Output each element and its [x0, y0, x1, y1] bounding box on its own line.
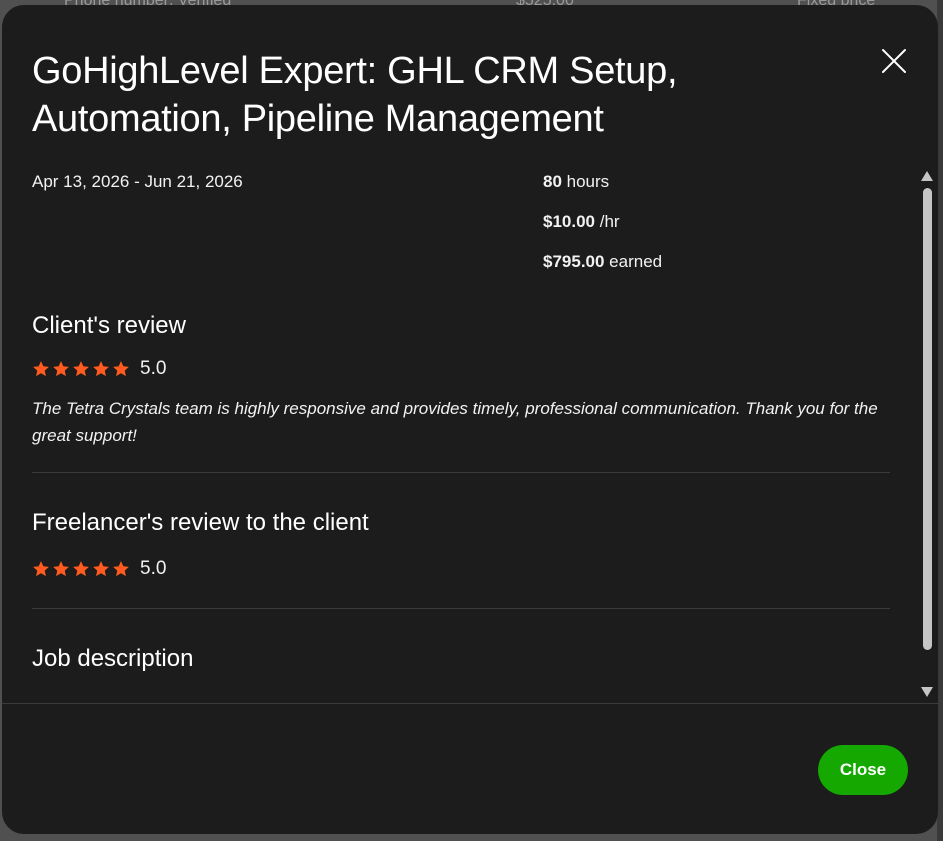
scrollbar-thumb[interactable] — [923, 188, 932, 650]
footer-divider — [2, 703, 938, 704]
modal-scrollbar[interactable] — [918, 165, 936, 703]
star-icon — [33, 361, 49, 377]
contract-dates: Apr 13, 2026 - Jun 21, 2026 — [32, 172, 243, 191]
close-icon[interactable] — [880, 47, 908, 75]
modal-title: GoHighLevel Expert: GHL CRM Setup, Autom… — [32, 50, 678, 140]
client-review-rating: 5.0 — [32, 357, 166, 381]
star-icon — [53, 561, 69, 577]
rate-value: $10.00 — [543, 212, 595, 231]
star-icon — [113, 561, 129, 577]
client-review-text: The Tetra Crystals team is highly respon… — [32, 399, 878, 445]
job-description-title: Job description — [32, 645, 194, 672]
freelancer-review-stars — [32, 560, 130, 578]
star-icon — [53, 361, 69, 377]
section-divider — [32, 608, 890, 609]
contract-details-modal: GoHighLevel Expert: GHL CRM Setup, Autom… — [2, 5, 938, 834]
section-divider — [32, 472, 890, 473]
star-icon — [33, 561, 49, 577]
star-icon — [93, 561, 109, 577]
close-button[interactable]: Close — [818, 745, 908, 795]
contract-stats: 80 hours $10.00 /hr $795.00 earned — [543, 172, 662, 292]
star-icon — [73, 561, 89, 577]
earned-value: $795.00 — [543, 252, 605, 271]
rate-label: /hr — [595, 212, 620, 231]
client-review-stars — [32, 360, 130, 378]
rate-stat: $10.00 /hr — [543, 212, 662, 252]
hours-stat: 80 hours — [543, 172, 662, 212]
hours-label: hours — [561, 172, 610, 191]
star-icon — [93, 361, 109, 377]
earned-stat: $795.00 earned — [543, 252, 662, 292]
scroll-down-arrow-icon[interactable] — [921, 687, 933, 697]
freelancer-review-rating: 5.0 — [32, 557, 166, 581]
modal-scroll-area[interactable]: Apr 13, 2026 - Jun 21, 2026 80 hours $10… — [2, 165, 938, 703]
freelancer-review-rating-value: 5.0 — [140, 558, 167, 579]
client-review-rating-value: 5.0 — [140, 358, 167, 379]
client-review-title: Client's review — [32, 312, 186, 339]
scroll-up-arrow-icon[interactable] — [921, 171, 933, 181]
star-icon — [73, 361, 89, 377]
star-icon — [113, 361, 129, 377]
freelancer-review-title: Freelancer's review to the client — [32, 509, 369, 536]
hours-value: 80 — [543, 172, 562, 191]
earned-label: earned — [604, 252, 663, 271]
